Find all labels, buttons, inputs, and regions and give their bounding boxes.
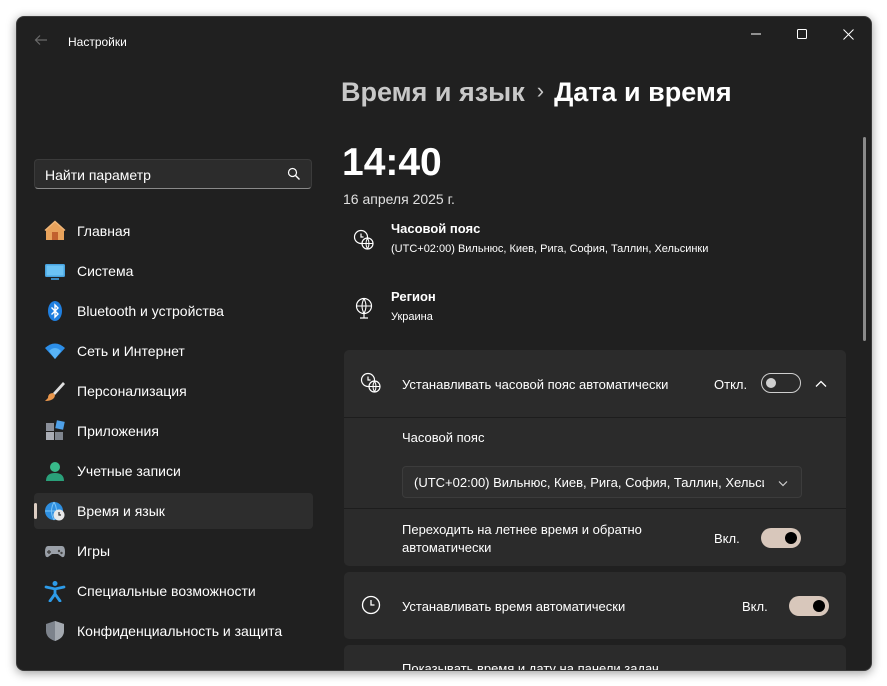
auto-time-toggle[interactable]	[789, 596, 829, 616]
chevron-down-icon	[778, 481, 788, 487]
dst-label-line2: автоматически	[402, 540, 492, 555]
auto-time-card: Устанавливать время автоматически Вкл.	[344, 572, 846, 639]
active-indicator	[34, 503, 37, 519]
sidebar-item-system[interactable]: Система	[34, 253, 313, 289]
toggle-knob	[813, 600, 825, 612]
region-globe-icon	[355, 297, 373, 319]
close-icon	[842, 28, 854, 40]
back-button[interactable]	[31, 33, 51, 51]
shield-icon	[46, 621, 64, 641]
breadcrumb: Время и язык › Дата и время	[341, 77, 732, 113]
home-icon	[44, 220, 66, 240]
system-monitor-icon	[45, 264, 65, 280]
sidebar-item-label: Приложения	[77, 423, 159, 439]
auto-timezone-card: Устанавливать часовой пояс автоматически…	[344, 350, 846, 566]
divider	[344, 417, 846, 418]
toggle-knob	[785, 532, 797, 544]
current-time: 14:40	[342, 141, 442, 184]
sidebar-item-network[interactable]: Сеть и Интернет	[34, 333, 313, 369]
sidebar-item-privacy[interactable]: Конфиденциальность и защита	[34, 613, 313, 649]
search-box[interactable]: Найти параметр	[34, 159, 312, 189]
timezone-dropdown-value: (UTC+02:00) Вильнюс, Киев, Рига, София, …	[414, 475, 764, 490]
breadcrumb-separator: ›	[536, 78, 545, 103]
sidebar-item-label: Конфиденциальность и защита	[77, 623, 283, 639]
chevron-up-icon[interactable]	[814, 377, 828, 391]
sidebar-item-home[interactable]: Главная	[34, 213, 313, 249]
sidebar-item-gaming[interactable]: Игры	[34, 533, 313, 569]
auto-time-label: Устанавливать время автоматически	[402, 599, 626, 614]
dst-toggle[interactable]	[761, 528, 801, 548]
maximize-icon	[797, 29, 807, 39]
timezone-value: (UTC+02:00) Вильнюс, Киев, Рига, София, …	[391, 243, 709, 255]
brush-icon	[45, 382, 65, 401]
sidebar-item-label: Главная	[77, 223, 131, 239]
sidebar-item-label: Игры	[77, 543, 111, 559]
bluetooth-icon	[48, 301, 62, 321]
back-arrow-icon	[34, 35, 47, 45]
sidebar-item-bluetooth[interactable]: Bluetooth и устройства	[34, 293, 313, 329]
sidebar-item-label: Учетные записи	[77, 463, 181, 479]
sidebar-item-accounts[interactable]: Учетные записи	[34, 453, 313, 489]
sidebar-item-accessibility[interactable]: Специальные возможности	[34, 573, 313, 609]
dst-state: Вкл.	[714, 531, 740, 546]
timezone-select-label: Часовой пояс	[402, 430, 485, 445]
current-date: 16 апреля 2025 г.	[343, 191, 455, 207]
auto-timezone-toggle[interactable]	[761, 373, 801, 393]
auto-timezone-state: Откл.	[714, 377, 748, 392]
settings-window: Настройки Найти параметр Главная Система…	[16, 16, 872, 671]
title-bar: Настройки	[17, 17, 871, 65]
clock-icon	[361, 595, 381, 615]
timezone-globe-clock-icon	[353, 229, 374, 250]
timezone-dropdown[interactable]: (UTC+02:00) Вильнюс, Киев, Рига, София, …	[402, 466, 802, 498]
time-language-icon	[45, 501, 65, 521]
search-input[interactable]: Найти параметр	[45, 167, 151, 183]
accessibility-icon	[44, 581, 66, 602]
timezone-title: Часовой пояс	[391, 221, 481, 236]
page-title: Дата и время	[554, 77, 732, 107]
minimize-icon	[751, 33, 761, 35]
sidebar-item-time-language[interactable]: Время и язык	[34, 493, 313, 529]
show-taskbar-label: Показывать время и дату на панели задач	[402, 661, 659, 671]
timezone-globe-clock-icon	[360, 372, 381, 393]
app-title: Настройки	[68, 35, 127, 49]
sidebar-item-apps[interactable]: Приложения	[34, 413, 313, 449]
dst-label-line1: Переходить на летнее время и обратно	[402, 522, 642, 537]
toggle-knob	[766, 378, 776, 388]
account-icon	[46, 462, 64, 481]
minimize-button[interactable]	[733, 19, 779, 49]
sidebar-item-label: Специальные возможности	[77, 583, 256, 599]
sidebar-item-label: Bluetooth и устройства	[77, 303, 224, 319]
show-taskbar-card: Показывать время и дату на панели задач	[344, 645, 846, 671]
auto-timezone-label: Устанавливать часовой пояс автоматически	[402, 377, 669, 392]
region-title: Регион	[391, 289, 436, 304]
sidebar-item-personalization[interactable]: Персонализация	[34, 373, 313, 409]
search-icon	[287, 167, 300, 180]
auto-time-state: Вкл.	[742, 599, 768, 614]
close-button[interactable]	[825, 19, 871, 49]
sidebar-item-label: Время и язык	[77, 503, 165, 519]
gamepad-icon	[45, 546, 65, 558]
apps-icon	[46, 420, 65, 440]
breadcrumb-parent[interactable]: Время и язык	[341, 77, 525, 107]
region-value: Украина	[391, 311, 433, 323]
sidebar-item-label: Персонализация	[77, 383, 187, 399]
scrollbar[interactable]	[863, 137, 866, 341]
wifi-icon	[45, 343, 65, 359]
sidebar-item-label: Сеть и Интернет	[77, 343, 185, 359]
sidebar-item-label: Система	[77, 263, 134, 279]
divider	[344, 508, 846, 509]
maximize-button[interactable]	[779, 19, 825, 49]
